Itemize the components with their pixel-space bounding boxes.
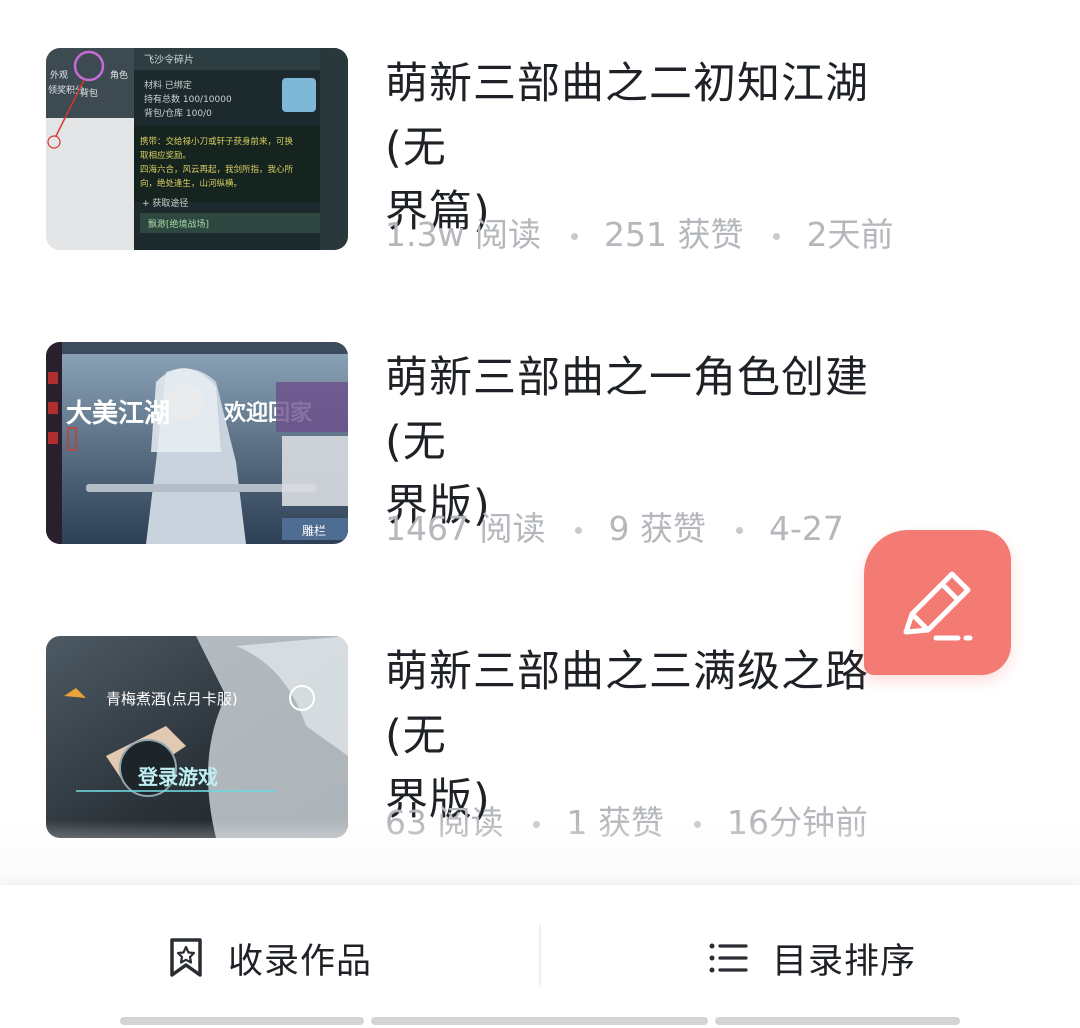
separator-dot xyxy=(575,527,583,534)
separator-dot xyxy=(570,233,578,240)
thumb-text: 大美江湖 xyxy=(66,398,170,429)
thumb-text: 登录游戏 xyxy=(137,765,218,789)
bottom-bar-divider xyxy=(539,925,541,985)
list-fade-overlay xyxy=(0,820,1080,885)
collect-works-button[interactable]: 收录作品 xyxy=(168,933,372,983)
article-title-line: 萌新三部曲之二初知江湖 (无 xyxy=(385,59,869,173)
thumb-text: 持有总数 100/10000 xyxy=(144,93,232,105)
sort-directory-label: 目录排序 xyxy=(772,941,917,982)
thumb-text: + 获取途径 xyxy=(142,197,188,209)
publish-time: 2天前 xyxy=(806,215,894,254)
separator-dot xyxy=(773,233,781,240)
thumb-text: 背包/仓库 100/0 xyxy=(144,107,212,119)
article-thumbnail[interactable]: 青梅煮酒(点月卡服) 登录游戏 xyxy=(46,636,348,838)
article-item[interactable]: 背包 角色 外观 领奖积分 飞沙令碎片 材料 已绑定 持有总数 100/1000… xyxy=(0,0,1080,254)
collect-works-label: 收录作品 xyxy=(228,941,373,982)
article-title-line: 萌新三部曲之三满级之路 (无 xyxy=(385,647,869,761)
article-meta: 1.3w 阅读 251 获赞 2天前 xyxy=(385,208,893,256)
like-count: 251 获赞 xyxy=(603,215,744,254)
pen-icon xyxy=(903,571,973,641)
thumb-text: 飞沙令碎片 xyxy=(144,53,194,66)
thumb-text: 飘渺[绝境战场] xyxy=(148,218,209,230)
page-indicator xyxy=(715,1017,960,1025)
list-icon xyxy=(709,943,748,973)
thumb-text: 携带：交给禄小刀或轩子获身前来，可换 xyxy=(140,136,294,147)
read-count: 1467 阅读 xyxy=(385,509,546,548)
thumbnail-image: 青梅煮酒(点月卡服) 登录游戏 xyxy=(46,636,348,838)
thumb-text: 取相应奖励。 xyxy=(140,150,191,161)
thumb-text: 角色 xyxy=(110,69,128,81)
like-count: 9 获赞 xyxy=(608,509,706,548)
thumbnail-image: 大美江湖 欢迎回家 雕栏 xyxy=(46,342,348,544)
thumb-text: 向，绝处逢生，山河纵横。 xyxy=(140,178,242,189)
thumb-text: 材料 已绑定 xyxy=(144,79,192,91)
bookmark-icon xyxy=(170,938,202,977)
thumb-text: 青梅煮酒(点月卡服) xyxy=(106,690,238,708)
bottom-action-bar: 收录作品 目录排序 xyxy=(0,885,1080,1028)
article-title-line: 萌新三部曲之一角色创建 (无 xyxy=(385,353,869,467)
thumb-text: 外观 xyxy=(50,69,68,81)
write-article-button[interactable] xyxy=(864,530,1011,675)
article-thumbnail[interactable]: 背包 角色 外观 领奖积分 飞沙令碎片 材料 已绑定 持有总数 100/1000… xyxy=(46,48,348,250)
separator-dot xyxy=(735,527,743,534)
article-meta: 1467 阅读 9 获赞 4-27 xyxy=(385,502,844,550)
thumbnail-image: 背包 角色 外观 领奖积分 飞沙令碎片 材料 已绑定 持有总数 100/1000… xyxy=(46,48,348,250)
page-indicator xyxy=(371,1017,708,1025)
page-indicator xyxy=(120,1017,364,1025)
read-count: 1.3w 阅读 xyxy=(385,215,541,254)
thumb-text: 雕栏 xyxy=(302,523,326,538)
sort-directory-button[interactable]: 目录排序 xyxy=(708,933,916,983)
article-thumbnail[interactable]: 大美江湖 欢迎回家 雕栏 xyxy=(46,342,348,544)
thumb-text: 四海六合，风云再起，我剑所指，我心所 xyxy=(140,164,294,175)
article-item[interactable]: 大美江湖 欢迎回家 雕栏 萌新三部曲之一角色创建 (无 界版) 1467 阅读 9… xyxy=(0,294,1080,548)
publish-time: 4-27 xyxy=(768,509,844,548)
